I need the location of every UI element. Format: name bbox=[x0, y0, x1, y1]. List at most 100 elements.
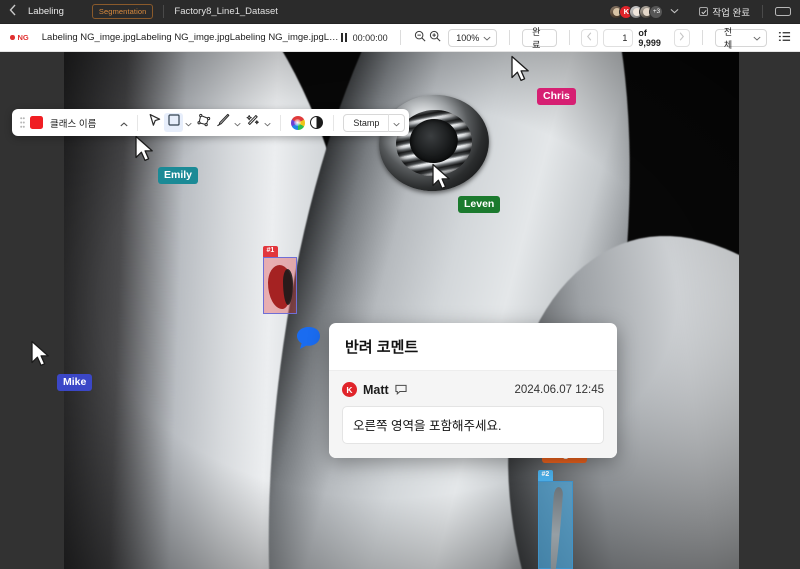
zoom-in-icon bbox=[429, 30, 441, 45]
contrast-settings-button[interactable] bbox=[307, 113, 326, 132]
magic-wand-tool[interactable] bbox=[243, 113, 262, 132]
annotation-box[interactable]: #1 bbox=[263, 257, 297, 314]
contrast-icon bbox=[310, 116, 323, 129]
avatar-overflow-count[interactable]: +3 bbox=[649, 5, 663, 19]
brush-tool-options[interactable] bbox=[232, 115, 243, 131]
polygon-icon bbox=[197, 113, 211, 132]
comment-pin-icon bbox=[296, 326, 321, 350]
comment-timestamp: 2024.06.07 12:45 bbox=[514, 384, 604, 396]
comment-card-body: K Matt 2024.06.07 12:45 오른쪽 영역을 포함해주세요. bbox=[329, 371, 617, 458]
class-name-label: 클래스 이름 bbox=[50, 116, 96, 130]
toolbar-divider-2 bbox=[280, 115, 281, 131]
collaborator-name-tag: Leven bbox=[458, 196, 500, 213]
chevron-down-icon bbox=[753, 33, 761, 43]
toolbar-divider-2 bbox=[509, 30, 510, 45]
comment-card-title: 반려 코멘트 bbox=[329, 323, 617, 371]
chevron-up-icon bbox=[120, 114, 128, 132]
prev-page-button[interactable] bbox=[581, 29, 597, 47]
header-divider bbox=[163, 5, 164, 18]
canvas-area[interactable]: #1 #2 EmilyChrisLevenMikeMegan 반려 코멘트 K … bbox=[0, 52, 800, 569]
dataset-name: Factory8_Line1_Dataset bbox=[174, 6, 278, 17]
class-select-button[interactable] bbox=[117, 114, 130, 132]
color-settings-button[interactable] bbox=[288, 113, 307, 132]
chevron-left-icon bbox=[586, 32, 593, 44]
chevron-down-icon bbox=[393, 114, 400, 132]
annotation-toolbar[interactable]: 클래스 이름 bbox=[12, 109, 409, 136]
magic-wand-icon bbox=[246, 113, 260, 132]
list-view-button[interactable] bbox=[777, 30, 791, 46]
timer-value: 00:00:00 bbox=[353, 33, 388, 43]
collaborator-avatars[interactable]: K +3 bbox=[609, 5, 663, 19]
stamp-label: Stamp bbox=[344, 118, 388, 128]
header-divider-2 bbox=[762, 5, 763, 18]
annotation-id-label: #1 bbox=[263, 246, 278, 257]
page-total-label: of 9,999 bbox=[638, 28, 668, 48]
pause-icon[interactable] bbox=[341, 33, 347, 42]
mark-complete-button[interactable]: 작업 완료 bbox=[699, 5, 750, 19]
app-header: Labeling Segmentation Factory8_Line1_Dat… bbox=[0, 0, 800, 24]
chevron-left-icon bbox=[9, 4, 17, 19]
class-color-swatch[interactable] bbox=[30, 116, 43, 129]
brush-icon bbox=[216, 113, 230, 132]
stamp-control[interactable]: Stamp bbox=[343, 114, 405, 132]
chevron-down-icon bbox=[670, 6, 679, 17]
zoom-out-icon bbox=[414, 30, 426, 45]
check-icon bbox=[699, 7, 708, 16]
page-number-input[interactable]: 1 bbox=[603, 29, 634, 47]
comment-pin[interactable] bbox=[296, 326, 321, 350]
polygon-tool[interactable] bbox=[194, 113, 213, 132]
status-dot-icon bbox=[10, 35, 15, 40]
page-title: Labeling bbox=[28, 6, 64, 17]
color-wheel-icon bbox=[291, 116, 305, 130]
zoom-level-select[interactable]: 100% bbox=[448, 29, 497, 47]
annotation-box[interactable]: #2 bbox=[538, 481, 573, 569]
cursor-tool[interactable] bbox=[145, 113, 164, 132]
status-badge-label: NG bbox=[18, 33, 29, 42]
chevron-right-icon bbox=[678, 32, 685, 44]
chevron-down-icon bbox=[234, 114, 241, 132]
zoom-level-value: 100% bbox=[456, 33, 479, 43]
toolbar-divider-4 bbox=[702, 30, 703, 45]
rejection-comment-card[interactable]: 반려 코멘트 K Matt 2024.06.07 12:45 오른쪽 영역을 포… bbox=[329, 323, 617, 458]
back-button[interactable] bbox=[0, 0, 26, 24]
pagination: 1 of 9,999 bbox=[581, 28, 690, 48]
comment-message: 오른쪽 영역을 포함해주세요. bbox=[342, 406, 604, 444]
cursor-icon bbox=[148, 113, 162, 132]
toolbar-divider bbox=[137, 115, 138, 131]
avatar: K bbox=[342, 382, 357, 397]
collaborator-name-tag: Mike bbox=[57, 374, 92, 391]
comment-icon[interactable] bbox=[395, 384, 407, 395]
toolbar-divider bbox=[400, 30, 401, 45]
toolbar-divider-3 bbox=[333, 115, 334, 131]
list-icon bbox=[778, 30, 791, 46]
square-icon bbox=[167, 113, 181, 132]
project-type-badge: Segmentation bbox=[92, 4, 153, 19]
chevron-down-icon bbox=[264, 114, 271, 132]
comment-author: Matt bbox=[363, 383, 389, 397]
chevron-down-icon bbox=[483, 33, 491, 43]
timer-group: 00:00:00 bbox=[341, 33, 388, 43]
chevron-down-icon bbox=[185, 114, 192, 132]
filter-select[interactable]: 전체 bbox=[715, 29, 767, 47]
window-icon[interactable] bbox=[775, 7, 791, 17]
toolbar-divider-3 bbox=[569, 30, 570, 45]
drag-handle-icon[interactable] bbox=[16, 117, 28, 128]
magic-wand-tool-options[interactable] bbox=[262, 115, 273, 131]
collaborator-cursor bbox=[30, 340, 52, 368]
complete-button[interactable]: 완료 bbox=[522, 29, 556, 47]
annotation-id-label: #2 bbox=[538, 470, 553, 481]
rectangle-tool-options[interactable] bbox=[183, 115, 194, 131]
zoom-in-button[interactable] bbox=[427, 29, 442, 46]
zoom-out-button[interactable] bbox=[413, 29, 428, 46]
brush-tool[interactable] bbox=[213, 113, 232, 132]
collaborator-name-tag: Emily bbox=[158, 167, 198, 184]
stamp-dropdown-button[interactable] bbox=[389, 114, 404, 132]
rectangle-tool[interactable] bbox=[164, 113, 183, 132]
file-name-label: Labeling NG_imge.jpgLabeling NG_imge.jpg… bbox=[42, 32, 341, 43]
comment-meta: K Matt 2024.06.07 12:45 bbox=[342, 382, 604, 397]
filter-value: 전체 bbox=[724, 25, 735, 51]
status-badge: NG bbox=[10, 33, 29, 42]
header-right-group: K +3 작업 완료 bbox=[609, 0, 800, 24]
next-page-button[interactable] bbox=[674, 29, 690, 47]
avatars-dropdown-button[interactable] bbox=[670, 6, 679, 17]
